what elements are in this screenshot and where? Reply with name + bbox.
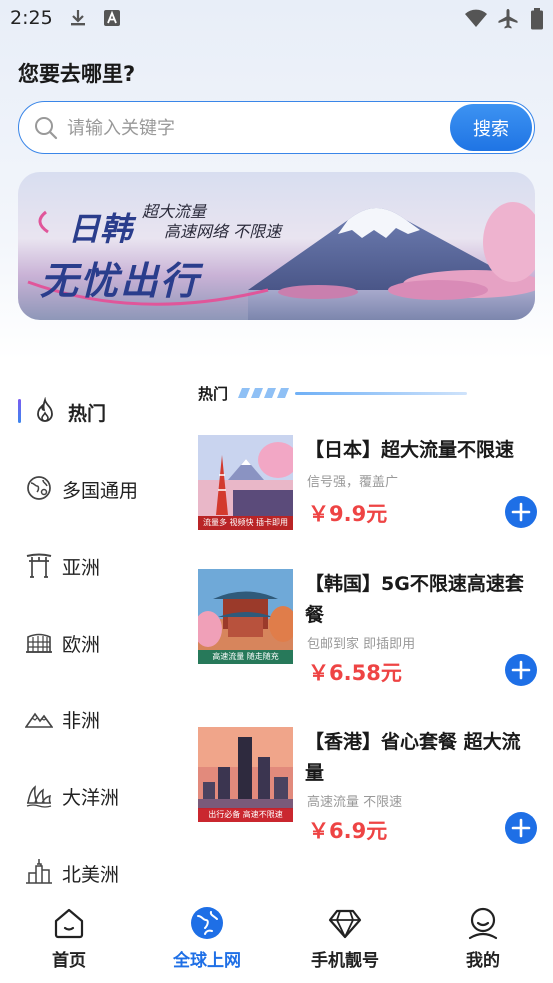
search-icon — [33, 115, 59, 145]
city-tower-icon — [25, 858, 53, 886]
sidebar-item-label: 多国通用 — [62, 480, 139, 502]
globe-icon — [190, 906, 224, 940]
sidebar-item-asia[interactable]: 亚洲 — [0, 540, 190, 590]
product-image: 高速流量 随走随充 — [198, 569, 293, 664]
sidebar-item-north-america[interactable]: 北美洲 — [0, 847, 190, 890]
banner-subtitle-line2: 高速网络 不限速 — [164, 222, 282, 241]
status-time: 2:25 — [10, 7, 53, 29]
product-title: 【韩国】5G不限速高速套餐 — [305, 573, 524, 626]
product-price: ￥6.9元 — [308, 819, 388, 843]
add-to-cart-button[interactable] — [505, 812, 537, 844]
product-image: 流量多 视频快 插卡即用 — [198, 435, 293, 530]
home-icon — [52, 906, 86, 940]
add-to-cart-button[interactable] — [505, 496, 537, 528]
sidebar-item-europe[interactable]: 欧洲 — [0, 617, 190, 667]
section-divider — [295, 392, 467, 395]
region-sidebar: 热门 多国通用 亚洲 欧洲 非洲 大洋洲 北美洲 — [0, 375, 190, 890]
sidebar-item-label: 北美洲 — [62, 864, 120, 886]
nav-phone-numbers-label: 手机靓号 — [311, 951, 379, 971]
battery-icon — [530, 8, 544, 34]
airplane-icon — [497, 8, 519, 34]
sidebar-item-label: 大洋洲 — [62, 787, 120, 809]
promo-banner[interactable]: 日韩 无忧出行 超大流量 高速网络 不限速 — [18, 172, 535, 320]
plus-icon — [511, 818, 531, 838]
nav-global-internet-label: 全球上网 — [173, 951, 241, 971]
sidebar-item-africa[interactable]: 非洲 — [0, 693, 190, 743]
sidebar-item-label: 欧洲 — [62, 634, 101, 656]
product-card-japan[interactable]: 流量多 视频快 插卡即用 【日本】超大流量不限速 信号强，覆盖广 ￥9.9元 — [198, 435, 538, 535]
flame-icon — [31, 396, 59, 425]
section-stripes-decoration — [238, 388, 289, 398]
product-title: 【日本】超大流量不限速 — [305, 439, 515, 461]
sidebar-item-label: 亚洲 — [62, 557, 101, 579]
torii-gate-icon — [25, 551, 53, 579]
wifi-icon — [464, 8, 488, 32]
user-icon — [466, 906, 500, 940]
search-input[interactable] — [67, 115, 437, 141]
nav-phone-numbers[interactable]: 手机靓号 — [276, 890, 414, 983]
nav-home-label: 首页 — [52, 951, 86, 971]
colosseum-icon — [25, 628, 53, 656]
globe-pin-icon — [25, 474, 53, 502]
product-price: ￥9.9元 — [308, 502, 388, 526]
banner-title-line2: 无忧出行 — [40, 259, 201, 303]
nav-mine[interactable]: 我的 — [414, 890, 552, 983]
plus-icon — [511, 502, 531, 522]
mountains-icon — [24, 704, 54, 732]
product-card-korea[interactable]: 高速流量 随走随充 【韩国】5G不限速高速套餐 包邮到家 即插即用 ￥6.58元 — [198, 569, 538, 689]
nav-mine-label: 我的 — [466, 951, 500, 971]
search-bar[interactable]: 搜索 — [18, 101, 535, 154]
section-title: 热门 — [198, 385, 229, 403]
product-image-caption: 出行必备 高速不限速 — [198, 808, 293, 822]
sidebar-item-multi-country[interactable]: 多国通用 — [0, 463, 190, 513]
nav-home[interactable]: 首页 — [0, 890, 138, 983]
sidebar-item-oceania[interactable]: 大洋洲 — [0, 770, 190, 820]
add-to-cart-button[interactable] — [505, 654, 537, 686]
diamond-icon — [328, 906, 362, 940]
nav-global-internet[interactable]: 全球上网 — [138, 890, 276, 983]
page-title: 您要去哪里? — [18, 62, 136, 86]
download-icon — [68, 8, 88, 32]
product-image: 出行必备 高速不限速 — [198, 727, 293, 822]
active-indicator — [18, 399, 21, 423]
product-subtitle: 包邮到家 即插即用 — [307, 637, 416, 652]
product-price: ￥6.58元 — [308, 661, 402, 685]
banner-title-line1: 日韩 — [68, 210, 133, 248]
sidebar-item-hot[interactable]: 热门 — [0, 386, 190, 436]
product-image-caption: 高速流量 随走随充 — [198, 650, 293, 664]
sidebar-item-label: 非洲 — [62, 710, 101, 732]
product-card-hongkong[interactable]: 出行必备 高速不限速 【香港】省心套餐 超大流量 高速流量 不限速 ￥6.9元 — [198, 727, 538, 847]
product-image-caption: 流量多 视频快 插卡即用 — [198, 516, 293, 530]
product-title: 【香港】省心套餐 超大流量 — [305, 731, 521, 784]
opera-house-icon — [25, 781, 53, 809]
search-button[interactable]: 搜索 — [450, 104, 532, 151]
product-subtitle: 信号强，覆盖广 — [307, 475, 399, 490]
bottom-nav: 首页 全球上网 手机靓号 我的 — [0, 890, 553, 983]
status-bar: 2:25 — [0, 0, 553, 38]
sidebar-item-label: 热门 — [68, 403, 107, 425]
font-a-icon — [103, 8, 121, 32]
product-subtitle: 高速流量 不限速 — [307, 795, 403, 810]
plus-icon — [511, 660, 531, 680]
